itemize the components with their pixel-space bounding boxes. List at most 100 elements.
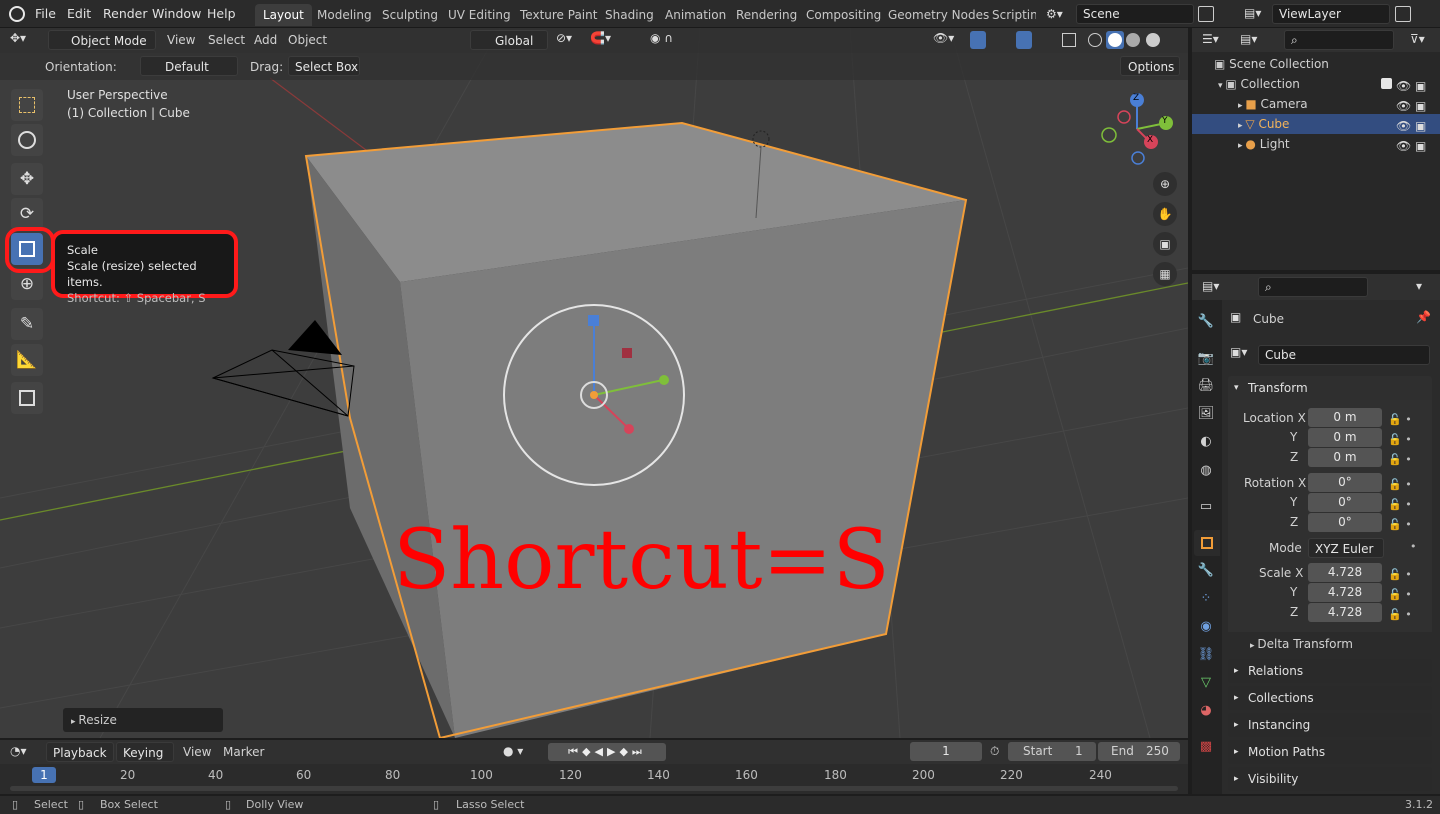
output-tab-icon[interactable]: 🖨 [1197, 377, 1215, 395]
last-operator-panel[interactable]: ▸ Resize [63, 708, 223, 732]
location-y-field[interactable]: 0 m [1308, 428, 1382, 447]
current-frame-field[interactable]: 1 [910, 742, 982, 761]
editor-type-icon[interactable]: ✥▾ [10, 31, 26, 45]
collection-tab-icon[interactable]: ▭ [1197, 498, 1215, 516]
cursor-tool[interactable] [11, 124, 43, 156]
gizmo-toggle-icon[interactable] [970, 31, 986, 49]
snap-icon[interactable]: 🧲▾ [590, 31, 611, 45]
record-icon[interactable]: ● ▾ [503, 744, 523, 758]
add-cube-tool[interactable] [11, 382, 43, 414]
blender-logo-icon[interactable] [9, 6, 25, 22]
start-frame-field[interactable]: Start 1 [1008, 742, 1096, 761]
rotation-y-field[interactable]: 0° [1308, 493, 1382, 512]
menu-render[interactable]: Render [103, 6, 148, 21]
render-tab-icon[interactable]: 📷 [1197, 350, 1215, 368]
stopwatch-icon[interactable]: ⏱ [990, 744, 999, 759]
visibility-panel[interactable]: ▸ Visibility [1228, 767, 1432, 791]
tab-sculpting[interactable]: Sculpting [374, 4, 446, 26]
measure-tool[interactable]: 📐 [11, 344, 43, 376]
properties-editor-icon[interactable]: ▤▾ [1202, 279, 1219, 293]
view-layer-tab-icon[interactable]: 🖼 [1197, 405, 1215, 423]
playback-controls[interactable]: ⏮◆◀▶◆⏭ [548, 743, 666, 761]
keyframe-dot-icon[interactable]: • [1410, 540, 1417, 553]
properties-search[interactable]: ⌕ [1258, 277, 1368, 297]
transform-panel-header[interactable]: ▾ Transform [1228, 376, 1432, 400]
pin-icon[interactable]: 📌 [1416, 310, 1431, 324]
camera-view-icon[interactable]: ▣ [1153, 232, 1177, 256]
playback-dropdown[interactable]: Playback [46, 742, 114, 762]
navigation-gizmo[interactable]: Z Y X [1098, 90, 1176, 168]
constraints-tab-icon[interactable]: ⛓ [1197, 646, 1215, 664]
tab-compositing[interactable]: Compositing [798, 4, 889, 26]
scale-y-field[interactable]: 4.728 [1308, 583, 1382, 602]
relations-panel[interactable]: ▸ Relations [1228, 659, 1432, 683]
timeline-view-menu[interactable]: View [183, 745, 211, 759]
3d-viewport[interactable]: User Perspective (1) Collection | Cube ✥… [0, 28, 1188, 738]
menu-object[interactable]: Object [288, 33, 327, 47]
rotation-z-field[interactable]: 0° [1308, 513, 1382, 532]
zoom-icon[interactable]: ⊕ [1153, 172, 1177, 196]
grid-perspective-icon[interactable]: ▦ [1153, 262, 1177, 286]
instancing-panel[interactable]: ▸ Instancing [1228, 713, 1432, 737]
menu-view[interactable]: View [167, 33, 195, 47]
pivot-icon[interactable]: ⊘▾ [556, 31, 572, 45]
menu-select[interactable]: Select [208, 33, 245, 47]
lock-icons-location[interactable]: 🔓 • 🔓 • 🔓 • [1388, 410, 1412, 470]
drag-dropdown[interactable]: Select Box [288, 56, 360, 76]
timeline-marker-menu[interactable]: Marker [223, 745, 264, 759]
select-box-tool[interactable] [11, 89, 43, 121]
rotation-mode-dropdown[interactable]: XYZ Euler [1308, 538, 1384, 558]
outliner-item-camera[interactable]: ▸ ■ Camera [1238, 94, 1308, 114]
scale-x-field[interactable]: 4.728 [1308, 563, 1382, 582]
outliner-item-cube[interactable]: ▸ ▽ Cube [1238, 114, 1289, 134]
object-type-icon[interactable]: ▣▾ [1230, 345, 1254, 364]
scene-icon[interactable]: ⚙▾ [1046, 7, 1072, 23]
playhead[interactable]: 1 [32, 767, 56, 783]
outliner-item-light[interactable]: ▸ ● Light [1238, 134, 1290, 154]
tab-layout[interactable]: Layout [255, 4, 312, 26]
tab-uv-editing[interactable]: UV Editing [440, 4, 519, 26]
timeline-editor-icon[interactable]: ◔▾ [10, 744, 27, 758]
options-dropdown[interactable]: Options [1120, 56, 1180, 76]
viewlayer-icon[interactable]: ▤▾ [1244, 6, 1268, 22]
scale-z-field[interactable]: 4.728 [1308, 603, 1382, 622]
menu-add[interactable]: Add [254, 33, 277, 47]
particles-tab-icon[interactable]: ⁘ [1197, 590, 1215, 608]
location-x-field[interactable]: 0 m [1308, 408, 1382, 427]
collection-row[interactable]: ▾ ▣ Collection [1218, 74, 1300, 94]
material-tab-icon[interactable]: ◕ [1197, 702, 1215, 720]
move-tool[interactable]: ✥ [11, 163, 43, 195]
timeline-scrollbar[interactable] [10, 786, 1178, 791]
overlay-toggle-icon[interactable] [1016, 31, 1032, 49]
orientation-dropdown[interactable]: Global [470, 30, 548, 50]
tab-texture-paint[interactable]: Texture Paint [512, 4, 605, 26]
visibility-icon[interactable]: 👁▾ [933, 31, 954, 45]
location-z-field[interactable]: 0 m [1308, 448, 1382, 467]
orientation-default-dropdown[interactable]: Default [140, 56, 238, 76]
outliner-editor-icon[interactable]: ☰▾ [1202, 32, 1219, 46]
physics-tab-icon[interactable]: ◉ [1197, 618, 1215, 636]
tab-geometry-nodes[interactable]: Geometry Nodes [880, 4, 997, 26]
tool-tab-icon[interactable]: 🔧 [1197, 313, 1215, 331]
collections-panel[interactable]: ▸ Collections [1228, 686, 1432, 710]
menu-file[interactable]: File [35, 6, 56, 21]
object-mode-dropdown[interactable]: Object Mode [48, 30, 156, 50]
data-tab-icon[interactable]: ▽ [1197, 674, 1215, 692]
chevron-down-icon[interactable]: ▾ [1416, 279, 1422, 293]
keying-dropdown[interactable]: Keying [116, 742, 174, 762]
xray-icon[interactable] [1062, 33, 1076, 47]
menu-edit[interactable]: Edit [67, 6, 91, 21]
tab-animation[interactable]: Animation [657, 4, 734, 26]
visibility-column[interactable]: 👁 ▣ 👁 ▣ 👁 ▣ 👁 ▣ [1396, 76, 1426, 156]
collection-checkbox[interactable] [1381, 78, 1392, 89]
scene-collection-row[interactable]: ▣ Scene Collection [1214, 54, 1329, 74]
annotate-tool[interactable]: ✎ [11, 308, 43, 340]
new-scene-icon[interactable] [1198, 6, 1214, 22]
scene-tab-icon[interactable]: ◐ [1197, 433, 1215, 451]
wireframe-shading-icon[interactable] [1088, 33, 1102, 47]
material-shading-icon[interactable] [1126, 33, 1140, 47]
tab-scripting[interactable]: Scripting [984, 4, 1036, 26]
proportional-edit-icon[interactable]: ◉ ∩ [650, 31, 673, 45]
motion-paths-panel[interactable]: ▸ Motion Paths [1228, 740, 1432, 764]
display-mode-icon[interactable]: ▤▾ [1240, 32, 1257, 46]
